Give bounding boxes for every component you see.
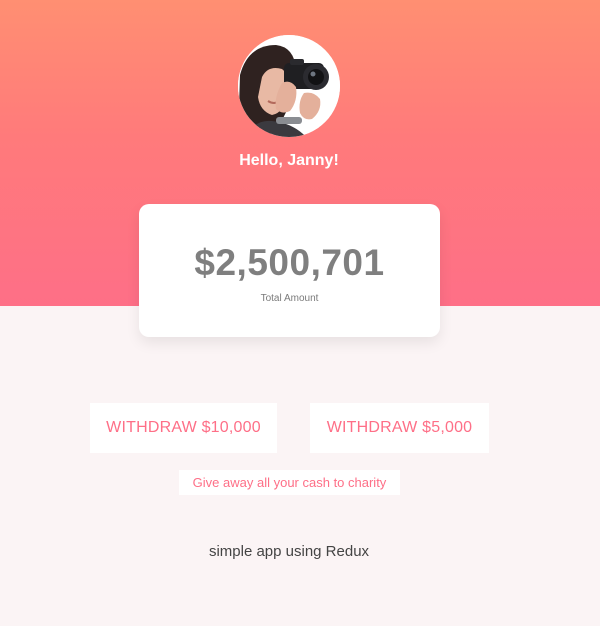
greeting-text: Hello, Janny! <box>239 152 339 169</box>
user-photo-icon <box>238 35 340 137</box>
footer-text: simple app using Redux <box>208 543 370 560</box>
withdraw-5000-button[interactable]: WITHDRAW $5,000 <box>310 403 489 453</box>
total-amount-label: Total Amount <box>260 293 319 304</box>
user-avatar <box>238 35 340 137</box>
give-to-charity-button[interactable]: Give away all your cash to charity <box>179 470 400 495</box>
balance-card: $2,500,701 Total Amount <box>139 204 440 337</box>
withdraw-10000-button[interactable]: WITHDRAW $10,000 <box>90 403 277 453</box>
total-amount-value: $2,500,701 <box>194 242 385 283</box>
